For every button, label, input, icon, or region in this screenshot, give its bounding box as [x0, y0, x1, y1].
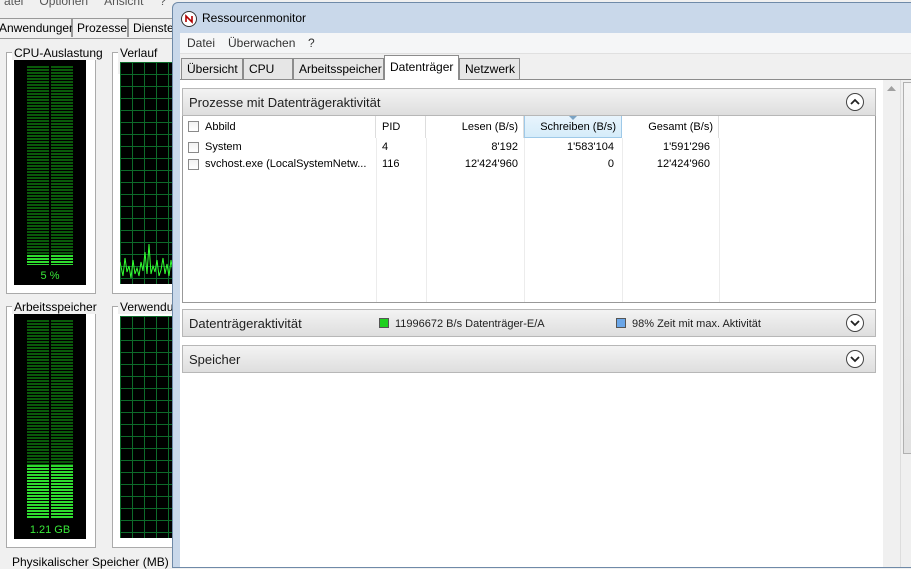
side-pane	[883, 79, 911, 567]
select-all-checkbox[interactable]	[188, 121, 199, 132]
tm-menu-options[interactable]: Optionen	[39, 0, 88, 8]
table-row[interactable]: System 4 8'192 1'583'104 1'591'296	[183, 140, 875, 156]
memory-value: 1.21 GB	[29, 524, 71, 536]
cpu-usage-label: CPU-Auslastung	[12, 46, 105, 60]
disk-io-value: 11996672 B/s Datenträger-E/A	[395, 318, 545, 330]
menu-help[interactable]: ?	[308, 36, 315, 50]
memory-history-graph	[120, 316, 180, 538]
cpu-history-line	[120, 243, 180, 279]
disk-activity-section-title: Datenträgeraktivität	[189, 316, 302, 331]
tab-cpu[interactable]: CPU	[243, 58, 293, 79]
tm-tab-applications[interactable]: Anwendungen	[0, 18, 76, 37]
menu-file[interactable]: Datei	[187, 36, 215, 50]
processes-table: Abbild PID Lesen (B/s) Schreiben (B/s) G…	[182, 116, 876, 303]
cell-read: 12'424'960	[464, 158, 518, 170]
column-write-label: Schreiben (B/s)	[540, 121, 616, 133]
cpu-usage-fill	[27, 255, 73, 265]
disk-tab-page: Prozesse mit Datenträgeraktivität Abbild…	[180, 79, 883, 567]
memory-meter: 1.21 GB	[14, 314, 86, 539]
processes-section-header[interactable]: Prozesse mit Datenträgeraktivität	[182, 88, 876, 116]
column-image[interactable]: Abbild	[183, 116, 376, 138]
tm-menu-file[interactable]: atei	[4, 0, 23, 8]
row-checkbox[interactable]	[188, 159, 199, 170]
tm-menu-view[interactable]: Ansicht	[104, 0, 143, 8]
cell-total: 12'424'960	[656, 158, 710, 170]
task-manager-tabs: Anwendungen Prozesse Dienste	[0, 18, 188, 39]
column-read[interactable]: Lesen (B/s)	[426, 116, 524, 138]
cpu-usage-meter: 5 %	[14, 60, 86, 285]
disk-io-swatch	[379, 318, 389, 328]
menubar: Datei Überwachen ?	[180, 33, 911, 54]
cell-read: 8'192	[491, 141, 518, 153]
task-manager-window: atei Optionen Ansicht? Anwendungen Prozess…	[0, 0, 194, 569]
cell-pid: 4	[382, 141, 389, 153]
storage-section-header[interactable]: Speicher	[182, 345, 876, 373]
resource-monitor-window: Ressourcenmonitor Datei Überwachen ? Übe…	[172, 2, 911, 568]
tm-tab-processes[interactable]: Prozesse	[72, 18, 128, 37]
tm-menu-help[interactable]: ?	[159, 0, 166, 8]
menu-monitor[interactable]: Überwachen	[228, 36, 295, 50]
title-bar[interactable]: Ressourcenmonitor	[173, 3, 911, 33]
scroll-up-icon[interactable]	[887, 86, 896, 92]
physical-memory-label: Physikalischer Speicher (MB)	[12, 555, 169, 569]
column-pid[interactable]: PID	[376, 116, 426, 138]
vertical-scrollbar[interactable]	[883, 80, 901, 567]
column-write[interactable]: Schreiben (B/s)	[524, 116, 622, 138]
disk-activity-expand-button[interactable]	[846, 314, 864, 332]
column-total[interactable]: Gesamt (B/s)	[622, 116, 719, 138]
tab-disk[interactable]: Datenträger	[384, 55, 459, 80]
storage-expand-button[interactable]	[846, 350, 864, 368]
window-title: Ressourcenmonitor	[202, 11, 307, 25]
active-time-swatch	[616, 318, 626, 328]
window-client: Datei Überwachen ? Übersicht CPU Arbeits…	[180, 33, 911, 567]
processes-collapse-button[interactable]	[846, 93, 864, 111]
cpu-usage-value: 5 %	[40, 270, 60, 282]
chevron-up-icon	[850, 98, 860, 105]
cpu-history-graph	[120, 62, 180, 284]
chevron-down-icon	[850, 320, 860, 327]
processes-section-title: Prozesse mit Datenträgeraktivität	[189, 95, 381, 110]
row-checkbox[interactable]	[188, 142, 199, 153]
resource-monitor-icon	[181, 11, 197, 27]
memory-label: Arbeitsspeicher	[12, 300, 99, 314]
tab-overview[interactable]: Übersicht	[181, 58, 243, 79]
table-row[interactable]: svchost.exe (LocalSystemNetw... 116 12'4…	[183, 157, 875, 173]
tab-network[interactable]: Netzwerk	[459, 58, 520, 79]
column-image-label: Abbild	[205, 121, 236, 133]
cell-write: 1'583'104	[566, 141, 614, 153]
cell-total: 1'591'296	[662, 141, 710, 153]
sort-descending-icon	[569, 116, 577, 120]
cell-image: svchost.exe (LocalSystemNetw...	[205, 158, 367, 170]
cell-image: System	[205, 141, 242, 153]
cell-pid: 116	[382, 158, 400, 170]
storage-section-title: Speicher	[189, 352, 241, 367]
active-time-value: 98% Zeit mit max. Aktivität	[632, 318, 761, 330]
column-pid-label: PID	[382, 121, 401, 133]
memory-fill	[27, 465, 73, 519]
charts-pane	[903, 82, 911, 454]
task-manager-menubar: atei Optionen Ansicht?	[0, 0, 180, 8]
chevron-down-icon	[850, 356, 860, 363]
disk-activity-section-header[interactable]: Datenträgeraktivität 11996672 B/s Datent…	[182, 309, 876, 337]
tab-memory[interactable]: Arbeitsspeicher	[293, 58, 384, 79]
tab-bar: Übersicht CPU Arbeitsspeicher Datenträge…	[180, 55, 911, 80]
cell-write: 0	[607, 158, 614, 170]
